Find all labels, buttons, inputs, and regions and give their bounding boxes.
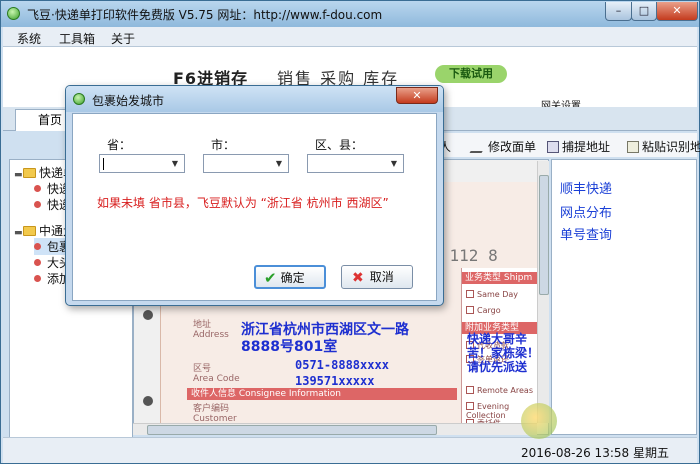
link-sf-express[interactable]: 顺丰快递 bbox=[560, 178, 612, 197]
minimize-button[interactable]: – bbox=[605, 2, 632, 21]
maximize-button[interactable]: □ bbox=[631, 2, 657, 21]
pencil-icon bbox=[469, 141, 489, 153]
biz-row: Same Day bbox=[466, 290, 518, 299]
watermark-text: 优优下载 bbox=[561, 411, 645, 435]
paste-recognize-label: 粘贴识别地 bbox=[642, 140, 700, 154]
title-bar: 飞豆·快递单打印软件免费版 V5.75 网址：http://www.f-dou.… bbox=[1, 1, 699, 27]
dialog-app-icon bbox=[73, 93, 85, 105]
link-tracking-query[interactable]: 单号查询 bbox=[560, 224, 612, 243]
bullet-icon bbox=[34, 243, 41, 250]
biz-row: Cargo bbox=[466, 306, 501, 315]
consignee-header: 收件人信息 Consignee Information bbox=[187, 388, 457, 400]
scrollbar-thumb[interactable] bbox=[147, 425, 437, 435]
checkbox-icon bbox=[466, 306, 474, 314]
collapse-icon: ▬ bbox=[14, 228, 23, 238]
collapse-icon: ▬ bbox=[14, 170, 23, 180]
field-label-area-en: Area Code bbox=[193, 374, 240, 384]
download-trial-button[interactable]: 下载试用 bbox=[435, 65, 507, 83]
biz-row-label: Cargo bbox=[477, 306, 501, 315]
sender-phone-1: 0571-8888xxxx bbox=[295, 358, 389, 372]
sender-phone-2: 139571xxxxx bbox=[295, 374, 375, 388]
cross-icon: ✖ bbox=[352, 270, 364, 286]
dialog-title-bar: 包裹始发城市 ✕ bbox=[66, 86, 443, 112]
text-caret bbox=[103, 158, 104, 170]
province-label: 省： bbox=[107, 138, 132, 152]
status-bar: 2016-08-26 13:58 星期五 bbox=[3, 437, 697, 463]
field-label-area: 区号 bbox=[193, 364, 212, 374]
preview-horizontal-scrollbar[interactable] bbox=[133, 423, 537, 435]
menu-toolbox[interactable]: 工具箱 bbox=[59, 30, 95, 47]
app-icon bbox=[7, 7, 20, 20]
bullet-icon bbox=[34, 185, 41, 192]
dropdown-arrow-icon[interactable]: ▼ bbox=[168, 156, 182, 171]
origin-city-dialog: 包裹始发城市 ✕ 省： 市： 区、县： ▼ ▼ ▼ 如果未填 省市县，飞豆默认为… bbox=[65, 85, 444, 306]
hole bbox=[143, 310, 153, 320]
menu-system[interactable]: 系统 bbox=[17, 30, 41, 47]
status-datetime: 2016-08-26 13:58 星期五 bbox=[521, 446, 669, 460]
edit-waybill-label: 修改面单 bbox=[488, 140, 537, 154]
dropdown-arrow-icon[interactable]: ▼ bbox=[272, 156, 286, 171]
capture-address-button[interactable]: 捕提地址 bbox=[547, 138, 610, 155]
bullet-icon bbox=[34, 201, 41, 208]
default-city-notice: 如果未填 省市县，飞豆默认为 “浙江省 杭州市 西湖区” bbox=[97, 196, 389, 210]
sender-address: 浙江省杭州市西湖区文一路8888号801室 bbox=[241, 322, 409, 355]
field-label-address-en: Address bbox=[193, 330, 229, 340]
check-icon: ✔ bbox=[264, 269, 277, 287]
district-select[interactable]: ▼ bbox=[307, 154, 404, 173]
window-title: 飞豆·快递单打印软件免费版 V5.75 网址：http://www.f-dou.… bbox=[27, 8, 383, 22]
delivery-note: 快递大哥辛苦！家栋梁！请优先派送 bbox=[467, 332, 540, 374]
district-label: 区、县： bbox=[315, 138, 364, 152]
preview-vertical-scrollbar[interactable] bbox=[537, 161, 549, 423]
province-select[interactable]: ▼ bbox=[99, 154, 185, 173]
watermark-logo-icon bbox=[521, 403, 557, 439]
clipboard-icon bbox=[627, 141, 639, 153]
ok-label: 确定 bbox=[280, 271, 305, 285]
checkbox-icon bbox=[466, 402, 474, 410]
checkbox-icon bbox=[466, 386, 474, 394]
bullet-icon bbox=[34, 259, 41, 266]
capture-address-label: 捕提地址 bbox=[562, 140, 611, 154]
folder-icon bbox=[23, 168, 36, 178]
quick-links-panel: 顺丰快递 网点分布 单号查询 bbox=[551, 159, 697, 435]
dialog-title: 包裹始发城市 bbox=[92, 94, 165, 108]
dialog-body: 省： 市： 区、县： ▼ ▼ ▼ 如果未填 省市县，飞豆默认为 “浙江省 杭州市… bbox=[72, 113, 437, 301]
field-label-customer: 客户编码 bbox=[193, 404, 230, 414]
city-select[interactable]: ▼ bbox=[203, 154, 289, 173]
dropdown-arrow-icon[interactable]: ▼ bbox=[387, 156, 401, 171]
close-button[interactable]: ✕ bbox=[656, 2, 698, 21]
menu-bar: 系统 工具箱 关于 bbox=[3, 27, 697, 47]
dialog-close-button[interactable]: ✕ bbox=[396, 87, 438, 104]
paste-recognize-button[interactable]: 粘贴识别地 bbox=[627, 138, 700, 155]
cancel-label: 取消 bbox=[369, 270, 394, 284]
bullet-icon bbox=[34, 275, 41, 282]
scrollbar-thumb[interactable] bbox=[539, 175, 549, 295]
biz-row-label: Remote Areas bbox=[477, 386, 533, 395]
ok-button[interactable]: ✔ 确定 bbox=[254, 265, 326, 289]
link-outlet-map[interactable]: 网点分布 bbox=[560, 202, 612, 221]
capture-icon bbox=[547, 141, 559, 153]
business-type-header: 业务类型 Shipm bbox=[462, 272, 548, 284]
folder-icon bbox=[23, 226, 36, 236]
hole bbox=[143, 396, 153, 406]
city-label: 市： bbox=[211, 138, 236, 152]
edit-waybill-button[interactable]: 修改面单 bbox=[469, 138, 537, 155]
checkbox-icon bbox=[466, 290, 474, 298]
menu-about[interactable]: 关于 bbox=[111, 30, 135, 47]
cancel-button[interactable]: ✖ 取消 bbox=[341, 265, 413, 289]
biz-row-label: Same Day bbox=[477, 290, 519, 299]
field-label-address: 地址 bbox=[193, 320, 212, 330]
biz-row: Remote Areas bbox=[466, 386, 533, 395]
